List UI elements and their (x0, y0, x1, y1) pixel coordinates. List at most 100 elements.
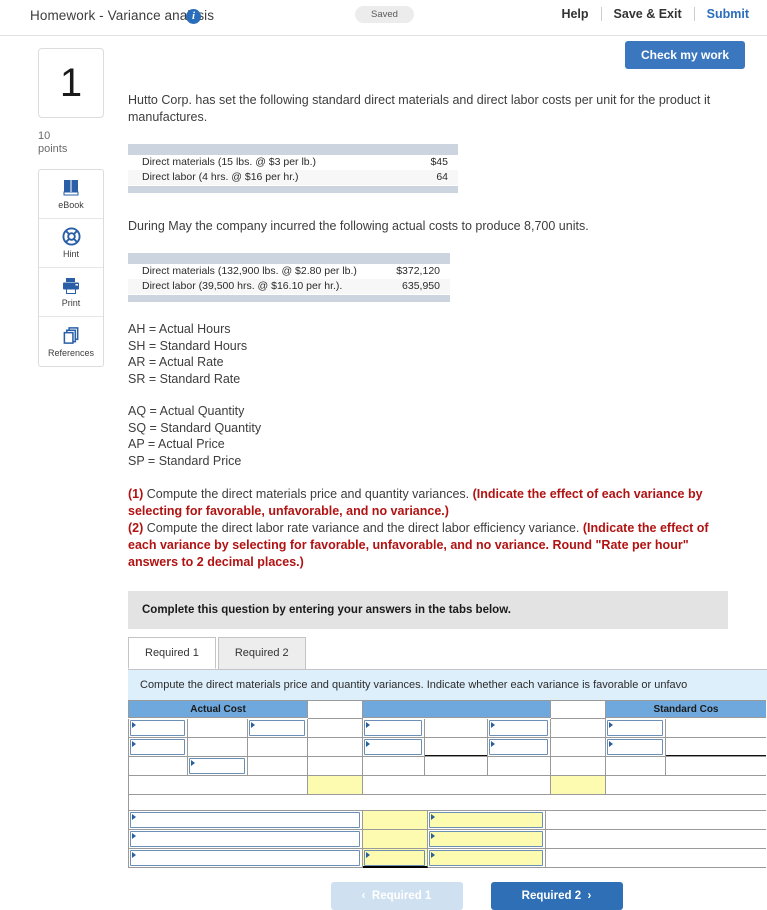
grid-row (128, 719, 767, 738)
cell-ac-select-2[interactable] (248, 719, 308, 738)
cell-var-amount-1[interactable] (363, 811, 428, 830)
references-button[interactable]: References (39, 317, 103, 366)
cell-mid-blank-1[interactable] (363, 757, 425, 776)
tab-required-1[interactable]: Required 1 (128, 637, 216, 669)
next-required-button[interactable]: Required 2 › (490, 882, 623, 910)
print-button[interactable]: Print (39, 268, 103, 317)
cell-var-effect-3[interactable] (428, 849, 546, 868)
dropdown-input (364, 850, 425, 866)
cell-ac-select-4[interactable] (188, 757, 248, 776)
cell-ac-select-1[interactable] (128, 719, 188, 738)
cell-var-blank-1 (546, 811, 766, 830)
cell-sc-blank-2[interactable] (666, 757, 766, 776)
cell-sc-total[interactable] (606, 776, 766, 795)
abbreviation-line: SR = Standard Rate (128, 371, 241, 386)
question-number: 1 (38, 48, 104, 118)
row-amount: $372,120 (396, 265, 440, 277)
tab-required-2[interactable]: Required 2 (217, 637, 306, 669)
grid-row (128, 811, 767, 830)
chevron-right-icon (132, 722, 136, 728)
main-content: Hutto Corp. has set the following standa… (128, 36, 767, 910)
grid-header-actual-cost: Actual Cost (128, 700, 308, 718)
grid-header-gap-1 (308, 700, 363, 719)
abbreviations-block: AH = Actual Hours SH = Standard Hours AR… (128, 321, 767, 469)
cell-yellow-total-1[interactable] (308, 776, 363, 795)
points-label: points (38, 143, 68, 155)
cell-sc-value-2[interactable] (666, 738, 766, 757)
chevron-right-icon (191, 760, 195, 766)
cell-gap-4 (551, 738, 606, 757)
cell-ac-value-1[interactable] (188, 719, 248, 738)
requirement-2-text: Compute the direct labor rate variance a… (143, 521, 583, 535)
cell-mid-select-4[interactable] (488, 738, 551, 757)
points-display: 10 points (38, 130, 122, 156)
info-icon[interactable]: i (186, 9, 201, 24)
ebook-label: eBook (58, 199, 84, 210)
cell-var-effect-2[interactable] (428, 830, 546, 849)
dropdown-input (189, 758, 245, 774)
actual-cost-table: Direct materials (132,900 lbs. @ $2.80 p… (128, 253, 450, 302)
row-label: Direct materials (132,900 lbs. @ $2.80 p… (142, 265, 357, 277)
hint-label: Hint (62, 249, 79, 259)
prev-required-button[interactable]: ‹ Required 1 (330, 882, 463, 910)
cell-mid-blank-3[interactable] (488, 757, 551, 776)
cell-mid-blank-2[interactable] (425, 757, 488, 776)
cell-mid-select-2[interactable] (488, 719, 551, 738)
next-required-label: Required 2 (521, 890, 582, 902)
chevron-right-icon (609, 741, 613, 747)
chevron-right-icon (431, 852, 435, 858)
grid-header-gap-2 (551, 700, 606, 719)
hint-button[interactable]: Hint (39, 219, 103, 268)
row-amount: 64 (436, 171, 448, 183)
submit-link[interactable]: Submit (695, 7, 749, 21)
cell-mid-value-1[interactable] (425, 719, 488, 738)
abbreviation-line: AP = Actual Price (128, 437, 225, 451)
table-top-band (128, 253, 450, 264)
help-link[interactable]: Help (549, 7, 602, 21)
cell-sc-select-2[interactable] (606, 738, 666, 757)
cell-ac-value-2[interactable] (188, 738, 248, 757)
question-rail: 1 10 points eBook Hint Print References (0, 36, 122, 367)
intro-paragraph: Hutto Corp. has set the following standa… (128, 93, 711, 124)
references-label: References (47, 347, 95, 358)
dropdown-input (489, 720, 548, 736)
cell-ac-select-3[interactable] (128, 738, 188, 757)
cell-var-label-3[interactable] (128, 849, 363, 868)
dropdown-input (130, 831, 360, 847)
points-value: 10 (38, 130, 51, 142)
ebook-button[interactable]: eBook (39, 170, 103, 219)
cell-mid-value-2[interactable] (425, 738, 488, 757)
save-and-exit-link[interactable]: Save & Exit (602, 7, 695, 21)
cell-ac-blank-1[interactable] (248, 738, 308, 757)
cell-var-label-1[interactable] (128, 811, 363, 830)
cell-sc-blank-1[interactable] (606, 757, 666, 776)
prev-required-label: Required 1 (371, 890, 432, 902)
cell-var-amount-2[interactable] (363, 830, 428, 849)
chevron-right-icon (491, 741, 495, 747)
cell-ac-blank-3[interactable] (248, 757, 308, 776)
chevron-right-icon (251, 722, 255, 728)
cell-sc-select-1[interactable] (606, 719, 666, 738)
abbreviation-line: SQ = Standard Quantity (128, 420, 262, 435)
dropdown-input (130, 812, 360, 828)
cell-mid-total[interactable] (363, 776, 551, 795)
cell-var-label-2[interactable] (128, 830, 363, 849)
cell-ac-total[interactable] (128, 776, 308, 795)
abbreviation-line: AH = Actual Hours (128, 322, 231, 336)
cell-mid-select-1[interactable] (363, 719, 425, 738)
cell-ac-blank-2[interactable] (128, 757, 188, 776)
cell-var-amount-3[interactable] (363, 849, 428, 868)
book-icon (61, 179, 81, 197)
cell-yellow-total-2[interactable] (551, 776, 606, 795)
cell-spacer (128, 795, 766, 811)
cell-sc-value-1[interactable] (666, 719, 766, 738)
chevron-right-icon (366, 741, 370, 747)
cell-var-effect-1[interactable] (428, 811, 546, 830)
printer-icon (61, 277, 81, 295)
dropdown-input (489, 739, 548, 755)
dropdown-input (130, 850, 360, 866)
grid-row (128, 757, 767, 776)
grid-header-middle (363, 700, 551, 718)
cell-mid-select-3[interactable] (363, 738, 425, 757)
